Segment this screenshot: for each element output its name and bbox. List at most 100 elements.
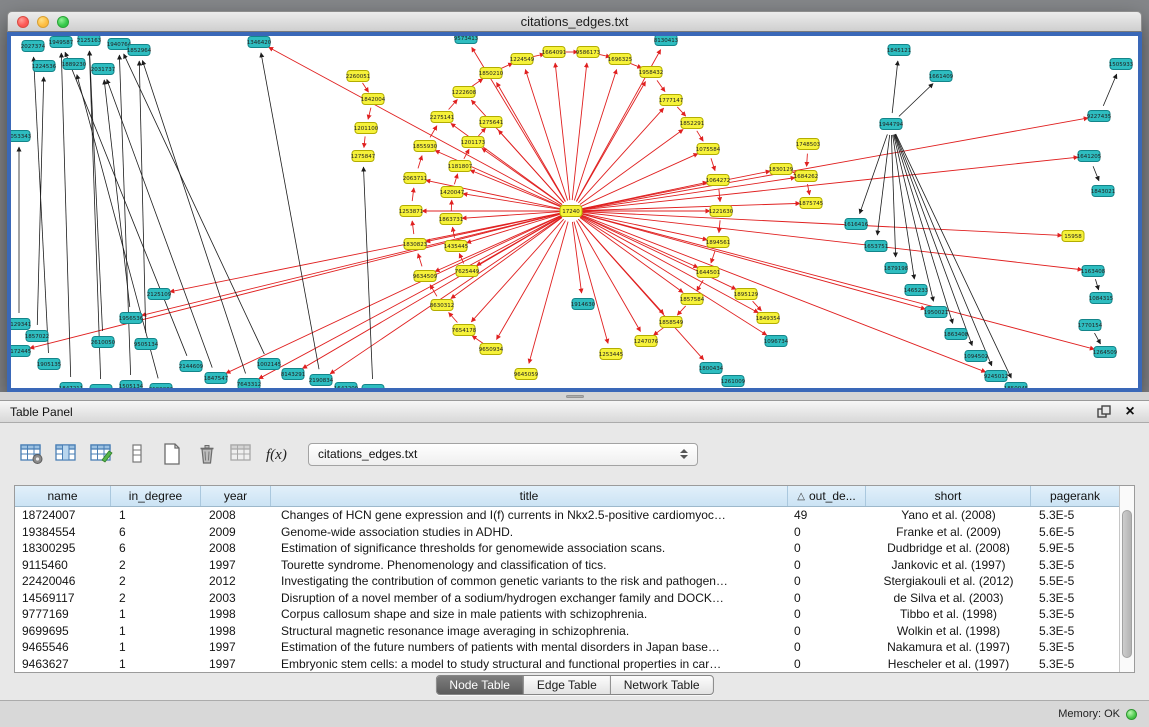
delete-table-icon[interactable] (193, 441, 221, 467)
column-header-title[interactable]: title (271, 486, 788, 506)
graph-node[interactable]: 2144609 (179, 361, 204, 372)
graph-node[interactable]: 1895129 (734, 289, 759, 300)
column-header-out_degree[interactable]: △out_de... (788, 486, 866, 506)
graph-node[interactable]: 1852291 (680, 118, 705, 129)
graph-node[interactable]: 1420047 (440, 187, 465, 198)
graph-node[interactable]: 1905135 (37, 359, 62, 370)
graph-node[interactable]: 2199083 (149, 384, 174, 389)
graph-node[interactable]: 1653751 (864, 241, 889, 252)
table-row[interactable]: 977716911998Corpus callosum shape and si… (15, 606, 1119, 623)
column-header-name[interactable]: name (15, 486, 111, 506)
graph-node[interactable]: 1465233 (904, 285, 929, 296)
graph-node[interactable]: 1852964 (127, 45, 152, 56)
graph-node[interactable]: 1616416 (844, 219, 869, 230)
scrollbar-thumb[interactable] (1122, 510, 1132, 658)
table-settings-icon[interactable] (18, 441, 46, 467)
graph-node[interactable]: 1800434 (699, 363, 724, 374)
graph-node[interactable]: 1949587 (49, 37, 74, 48)
graph-node[interactable]: 2125109 (147, 289, 172, 300)
graph-node[interactable]: 1181807 (448, 161, 473, 172)
graph-node[interactable]: 15958 (1062, 231, 1084, 242)
graph-node[interactable]: 1096734 (764, 336, 789, 347)
graph-node[interactable]: 9634509 (413, 271, 438, 282)
graph-node[interactable]: 1914630 (571, 299, 596, 310)
graph-node[interactable]: 1064272 (706, 175, 731, 186)
graph-node[interactable]: 8143291 (281, 369, 306, 380)
graph-node[interactable]: 1875745 (799, 198, 824, 209)
graph-node[interactable]: 1247076 (634, 336, 659, 347)
edit-columns-icon[interactable] (88, 441, 116, 467)
graph-node[interactable]: 1858549 (659, 317, 684, 328)
tab-node-table[interactable]: Node Table (436, 676, 524, 694)
graph-node[interactable]: 1748503 (796, 139, 821, 150)
table-row[interactable]: 946362711997Embryonic stem cells: a mode… (15, 656, 1119, 673)
close-window-button[interactable] (17, 16, 29, 28)
graph-node[interactable]: 2125163 (77, 36, 102, 46)
graph-node[interactable]: 1863731 (439, 214, 464, 225)
graph-node[interactable]: 1505134 (119, 381, 144, 389)
graph-node[interactable]: 2190834 (309, 375, 334, 386)
show-columns-icon[interactable] (53, 441, 81, 467)
graph-node[interactable]: 1275847 (351, 151, 376, 162)
graph-node[interactable]: 9586173 (576, 47, 601, 58)
graph-node[interactable]: 1857022 (25, 331, 50, 342)
table-select[interactable]: citations_edges.txt (308, 443, 698, 466)
graph-node[interactable]: 1849354 (756, 313, 781, 324)
table-row[interactable]: 969969511998Structural magnetic resonanc… (15, 623, 1119, 640)
column-header-pagerank[interactable]: pagerank (1031, 486, 1119, 506)
graph-node[interactable]: 1084315 (1089, 293, 1114, 304)
graph-node[interactable]: 9645059 (514, 369, 539, 380)
column-header-short[interactable]: short (866, 486, 1031, 506)
graph-node[interactable]: 8130413 (654, 36, 679, 46)
graph-node[interactable]: 1889230 (62, 59, 87, 70)
graph-node[interactable]: 1435445 (444, 241, 469, 252)
graph-node[interactable]: 1253445 (599, 349, 624, 360)
float-panel-icon[interactable] (1095, 404, 1113, 420)
table-row[interactable]: 1938455462009Genome-wide association stu… (15, 524, 1119, 541)
table-row[interactable]: 2242004622012Investigating the contribut… (15, 573, 1119, 590)
zoom-window-button[interactable] (57, 16, 69, 28)
graph-node[interactable]: 1830129 (769, 164, 794, 175)
graph-node[interactable]: 1696325 (608, 54, 633, 65)
graph-node[interactable]: 1641205 (1077, 151, 1102, 162)
panel-splitter[interactable] (0, 392, 1149, 400)
graph-node[interactable]: 1777147 (659, 95, 684, 106)
graph-node[interactable]: 1505933 (1109, 59, 1134, 70)
window-titlebar[interactable]: citations_edges.txt (7, 11, 1142, 32)
graph-node[interactable]: 1129341 (11, 319, 31, 330)
graph-node[interactable]: 1830823 (403, 239, 428, 250)
graph-node[interactable]: 1222608 (452, 87, 477, 98)
graph-node[interactable]: 1275641 (479, 117, 504, 128)
graph-node[interactable]: 9650934 (479, 344, 504, 355)
graph-node[interactable]: 1642209 (334, 383, 359, 389)
graph-node[interactable]: 1850045 (1004, 383, 1029, 389)
graph-node[interactable]: 1253871 (399, 206, 424, 217)
graph-node[interactable]: 7654178 (452, 325, 477, 336)
table-row[interactable]: 1456911722003Disruption of a novel membe… (15, 590, 1119, 607)
graph-node[interactable]: 1224549 (510, 54, 535, 65)
graph-node[interactable]: 1172445 (11, 346, 32, 357)
close-panel-icon[interactable]: × (1121, 404, 1139, 420)
graph-node[interactable]: 7625449 (455, 266, 480, 277)
graph-node[interactable]: 1894561 (706, 237, 731, 248)
graph-node[interactable]: 1842004 (361, 94, 386, 105)
graph-node[interactable]: 1661409 (929, 71, 954, 82)
graph-node[interactable]: 1224536 (32, 61, 57, 72)
graph-node[interactable]: 1950021 (924, 307, 949, 318)
graph-node[interactable]: 17240 (560, 206, 582, 217)
graph-node[interactable]: 1261009 (721, 376, 746, 387)
new-table-icon[interactable] (158, 441, 186, 467)
table-row[interactable]: 1872400712008Changes of HCN gene express… (15, 507, 1119, 524)
column-header-year[interactable]: year (201, 486, 271, 506)
graph-node[interactable]: 2260051 (346, 71, 371, 82)
graph-node[interactable]: 7650348 (361, 385, 386, 389)
graph-node[interactable]: 1847211 (59, 383, 84, 389)
tab-edge-table[interactable]: Edge Table (524, 676, 611, 694)
graph-node[interactable]: 1863408 (944, 329, 969, 340)
graph-node[interactable]: 1264509 (1093, 347, 1118, 358)
graph-node[interactable]: 7643312 (237, 379, 262, 389)
function-builder-icon[interactable]: f(x) (263, 441, 291, 467)
graph-node[interactable]: 9573413 (454, 36, 479, 44)
graph-node[interactable]: 1002145 (257, 359, 282, 370)
graph-node[interactable]: 1664091 (542, 47, 567, 58)
